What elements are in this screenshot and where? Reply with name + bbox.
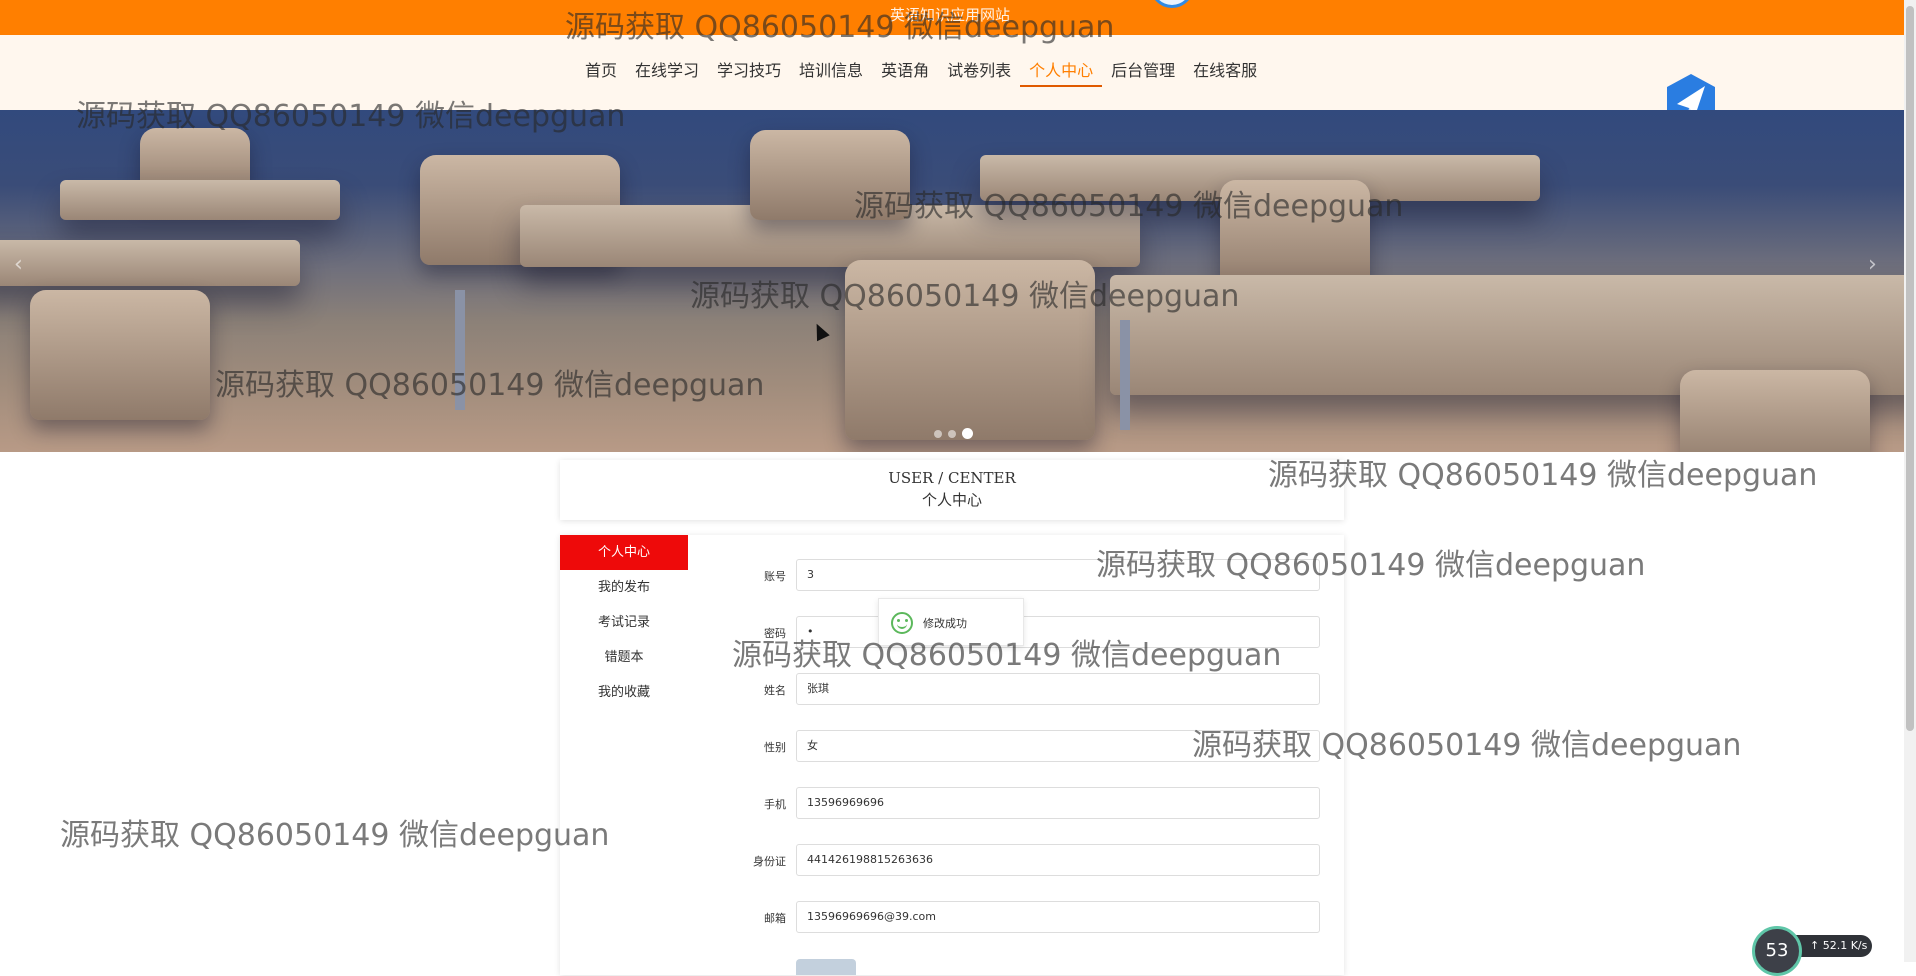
account-input[interactable]: 3 — [796, 559, 1320, 591]
chair-shape — [845, 260, 1095, 440]
form-row-id-card: 身份证 441426198815263636 — [710, 844, 1320, 876]
submit-button[interactable] — [796, 959, 856, 975]
banner-carousel[interactable]: ‹ › — [0, 110, 1904, 452]
gender-input[interactable]: 女 — [796, 730, 1320, 762]
side-item-user-center[interactable]: 个人中心 — [560, 535, 688, 570]
email-input[interactable]: 13596969696@39.com — [796, 901, 1320, 933]
carousel-dot-active[interactable] — [962, 428, 973, 439]
side-item-wrong-questions[interactable]: 错题本 — [560, 640, 688, 675]
site-title: 英语知识应用网站 — [889, 6, 1010, 24]
form-row-gender: 性别 女 — [710, 730, 1320, 762]
toast-message: 修改成功 — [923, 617, 967, 630]
id-card-label: 身份证 — [753, 855, 786, 868]
top-bar: 英语知识应用网站 — [0, 0, 1916, 35]
side-item-exam-records[interactable]: 考试记录 — [560, 605, 688, 640]
nav-item-user-center[interactable]: 个人中心 — [1020, 61, 1103, 87]
nav-item-english-corner[interactable]: 英语角 — [872, 61, 938, 87]
form-row-account: 账号 3 — [710, 559, 1320, 591]
desk-shape — [60, 180, 340, 220]
nav-item-online-service[interactable]: 在线客服 — [1184, 61, 1266, 87]
phone-input[interactable]: 13596969696 — [796, 787, 1320, 819]
nav-item-admin[interactable]: 后台管理 — [1102, 61, 1184, 87]
phone-label: 手机 — [764, 798, 786, 811]
chair-shape — [1680, 370, 1870, 452]
success-toast: 修改成功 — [878, 598, 1024, 646]
watermark-text: 源码获取 QQ86050149 微信deepguan — [60, 818, 610, 853]
carousel-dot[interactable] — [934, 429, 942, 438]
navbar: 首页 在线学习 学习技巧 培训信息 英语角 试卷列表 个人中心 后台管理 在线客… — [0, 35, 1904, 128]
id-card-input[interactable]: 441426198815263636 — [796, 844, 1320, 876]
page-scrollbar[interactable] — [1904, 0, 1916, 962]
carousel-dots — [934, 428, 973, 439]
network-speed-unit: K/s — [1850, 939, 1868, 952]
banner-next-icon[interactable]: › — [1868, 252, 1877, 277]
desk-shape — [0, 240, 300, 286]
nav-list: 首页 在线学习 学习技巧 培训信息 英语角 试卷列表 个人中心 后台管理 在线客… — [576, 61, 1266, 87]
section-title-en: USER / CENTER — [888, 469, 1016, 487]
network-speed-value: 52.1 — [1822, 939, 1848, 952]
email-label: 邮箱 — [764, 912, 786, 925]
name-input[interactable]: 张琪 — [796, 673, 1320, 705]
carousel-dot[interactable] — [948, 429, 956, 438]
section-title-zh: 个人中心 — [921, 491, 982, 509]
nav-item-online-learning[interactable]: 在线学习 — [626, 61, 708, 87]
nav-item-training-info[interactable]: 培训信息 — [790, 61, 872, 87]
side-item-favorites[interactable]: 我的收藏 — [560, 675, 688, 710]
network-speed-widget[interactable]: ↑ 52.1 K/s 53 — [1752, 926, 1872, 976]
password-input[interactable]: • — [796, 616, 1320, 648]
scrollbar-thumb[interactable] — [1906, 6, 1914, 731]
account-label: 账号 — [764, 570, 786, 583]
nav-item-study-tips[interactable]: 学习技巧 — [708, 61, 790, 87]
banner-prev-icon[interactable]: ‹ — [14, 252, 23, 277]
smile-icon — [891, 612, 913, 634]
form-row-phone: 手机 13596969696 — [710, 787, 1320, 819]
network-gauge: 53 — [1752, 926, 1802, 976]
chair-shape — [30, 290, 210, 420]
form-row-email: 邮箱 13596969696@39.com — [710, 901, 1320, 933]
password-label: 密码 — [764, 627, 786, 640]
name-label: 姓名 — [764, 684, 786, 697]
chair-shape — [1220, 180, 1370, 290]
nav-item-home[interactable]: 首页 — [576, 61, 626, 87]
side-menu: 个人中心 我的发布 考试记录 错题本 我的收藏 — [560, 535, 688, 710]
form-row-name: 姓名 张琪 — [710, 673, 1320, 705]
chair-shape — [750, 130, 910, 220]
desk-leg — [455, 290, 465, 410]
desk-leg — [1120, 320, 1130, 430]
network-speed-readout: ↑ 52.1 K/s — [1796, 935, 1872, 957]
nav-item-exam-list[interactable]: 试卷列表 — [938, 61, 1020, 87]
gender-label: 性别 — [764, 741, 786, 754]
watermark-text: 源码获取 QQ86050149 微信deepguan — [1268, 458, 1818, 493]
section-header: USER / CENTER 个人中心 — [560, 460, 1344, 520]
side-item-my-posts[interactable]: 我的发布 — [560, 570, 688, 605]
